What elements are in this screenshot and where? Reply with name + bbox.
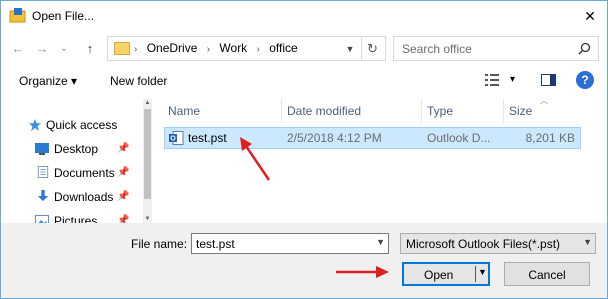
sidebar-item-label: Downloads <box>54 190 114 204</box>
scroll-up-icon[interactable]: ▲ <box>143 99 152 107</box>
file-type-value: Microsoft Outlook Files(*.pst) <box>406 237 561 251</box>
svg-text:O: O <box>170 136 176 143</box>
column-header-name[interactable]: Name <box>168 104 200 126</box>
cancel-button-label: Cancel <box>528 268 566 282</box>
file-type-select[interactable]: Microsoft Outlook Files(*.pst) ▼ <box>400 233 596 254</box>
command-bar: Organize ▾ New folder ▾ ? <box>1 67 607 95</box>
outlook-open-icon <box>9 8 26 23</box>
cancel-button[interactable]: Cancel <box>504 262 590 286</box>
chevron-down-icon[interactable]: ▼ <box>583 237 592 247</box>
chevron-down-icon[interactable]: ▼ <box>376 237 385 247</box>
search-input[interactable]: Search office <box>402 42 472 56</box>
navigation-row: ← → ⌄ ↑ › OneDrive › Work › office ▼ ↻ S… <box>1 34 607 62</box>
file-name-cell: test.pst <box>188 131 227 145</box>
column-header-type[interactable]: Type <box>427 104 453 126</box>
help-icon[interactable]: ? <box>576 71 594 89</box>
close-button[interactable]: ✕ <box>573 1 607 31</box>
breadcrumb-work[interactable]: Work <box>219 41 247 55</box>
window-title: Open File... <box>32 9 95 23</box>
column-divider[interactable] <box>281 99 282 123</box>
column-divider[interactable] <box>503 99 504 123</box>
breadcrumb-separator: › <box>134 44 138 55</box>
file-size-cell: 8,201 KB <box>525 131 575 145</box>
breadcrumb-separator: › <box>206 44 211 55</box>
column-divider[interactable] <box>421 99 422 123</box>
column-header-size[interactable]: Size <box>509 104 532 126</box>
new-folder-button[interactable]: New folder <box>110 74 167 88</box>
folder-icon <box>114 42 130 55</box>
view-dropdown-icon[interactable]: ▾ <box>510 74 515 85</box>
desktop-icon <box>35 143 49 155</box>
view-options-icon[interactable] <box>485 74 499 86</box>
address-bar[interactable]: › OneDrive › Work › office ▼ ↻ <box>107 36 386 61</box>
pin-icon: 📌 <box>117 215 130 223</box>
breadcrumb-separator: › <box>256 44 260 55</box>
column-header-date[interactable]: Date modified <box>287 104 361 126</box>
navigation-pane: Quick access Desktop 📌 Documents 📌 Downl… <box>1 99 143 223</box>
sidebar-item-pictures[interactable]: Pictures 📌 <box>1 211 143 223</box>
sidebar-item-quick-access[interactable]: Quick access <box>1 115 143 135</box>
pin-icon: 📌 <box>117 167 130 178</box>
open-file-dialog: Open File... ✕ ← → ⌄ ↑ › OneDrive › Work… <box>0 0 608 299</box>
sidebar-item-label: Desktop <box>54 142 99 156</box>
up-button[interactable]: ↑ <box>81 38 99 58</box>
file-name-field[interactable]: test.pst ▼ <box>191 233 389 254</box>
search-icon[interactable] <box>578 42 591 55</box>
open-button[interactable]: Open ▼ <box>402 262 490 286</box>
recent-locations-button[interactable]: ⌄ <box>57 38 71 58</box>
sidebar-item-label: Documents <box>54 166 115 180</box>
scroll-down-icon[interactable]: ▼ <box>143 215 152 223</box>
chevron-down-icon[interactable]: ▼ <box>339 37 362 60</box>
refresh-icon[interactable]: ↻ <box>361 37 384 60</box>
search-box[interactable]: Search office <box>393 36 599 61</box>
pin-icon: 📌 <box>117 191 130 202</box>
file-type-cell: Outlook D... <box>427 131 491 145</box>
title-bar: Open File... ✕ <box>1 1 607 31</box>
sidebar-item-label: Quick access <box>46 118 118 132</box>
date-modified-cell: 2/5/2018 4:12 PM <box>287 131 382 145</box>
navigation-scrollbar[interactable]: ▲ ▼ <box>143 99 152 223</box>
preview-pane-icon[interactable] <box>541 74 556 86</box>
file-name-label: File name: <box>131 237 188 251</box>
documents-icon <box>37 166 49 178</box>
breadcrumb-onedrive[interactable]: OneDrive <box>147 41 198 55</box>
back-button[interactable]: ← <box>9 38 27 58</box>
outlook-data-file-icon: O <box>169 131 184 145</box>
file-name-value[interactable]: test.pst <box>196 237 235 251</box>
sidebar-item-documents[interactable]: Documents 📌 <box>1 163 143 183</box>
star-icon <box>29 119 41 131</box>
sidebar-item-downloads[interactable]: Downloads 📌 <box>1 187 143 207</box>
sidebar-item-desktop[interactable]: Desktop 📌 <box>1 139 143 159</box>
sidebar-item-label: Pictures <box>54 214 98 223</box>
open-button-label: Open <box>424 268 454 282</box>
pictures-icon <box>35 215 49 223</box>
open-options-dropdown-icon[interactable]: ▼ <box>478 267 487 277</box>
breadcrumb: › OneDrive › Work › office <box>134 41 304 55</box>
organize-menu[interactable]: Organize ▾ <box>19 74 77 88</box>
forward-button[interactable]: → <box>33 38 51 58</box>
pin-icon: 📌 <box>117 143 130 154</box>
split-divider <box>475 266 476 282</box>
sort-indicator-icon: ︿ <box>540 96 548 105</box>
downloads-icon <box>37 190 49 202</box>
breadcrumb-office[interactable]: office <box>269 41 297 55</box>
scrollbar-thumb[interactable] <box>144 109 151 199</box>
